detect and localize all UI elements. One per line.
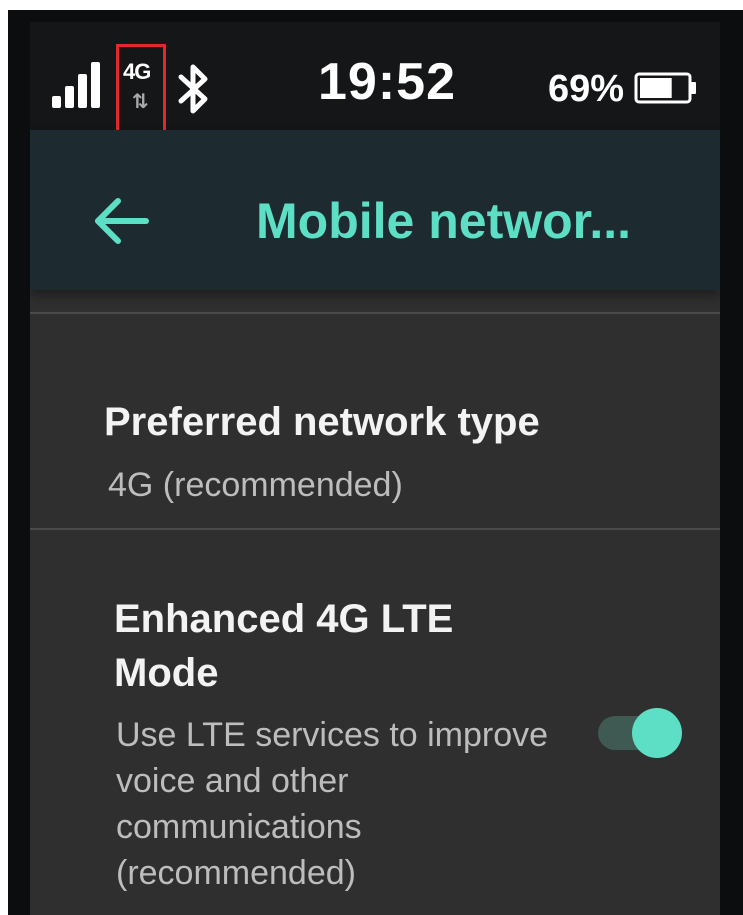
status-bar: 4G ⇅ 19:52 69% — [30, 22, 720, 136]
phone-bezel: 4G ⇅ 19:52 69% Mobile networ... Preferre… — [8, 10, 743, 915]
preferred-network-type-value: 4G (recommended) — [108, 466, 403, 504]
status-time: 19:52 — [318, 53, 456, 111]
battery-icon — [634, 72, 696, 104]
preferred-network-type-item[interactable]: Preferred network type 4G (recommended) — [30, 352, 720, 528]
network-type-indicator: 4G ⇅ — [116, 44, 166, 136]
divider — [30, 528, 720, 530]
network-type-label: 4G — [123, 59, 151, 84]
enhanced-lte-mode-item[interactable]: Enhanced 4G LTE Mode Use LTE services to… — [30, 552, 720, 915]
enhanced-lte-mode-title: Enhanced 4G LTE Mode — [114, 597, 454, 695]
bluetooth-icon — [178, 64, 208, 114]
battery-fill — [640, 78, 672, 98]
back-arrow-icon[interactable] — [92, 196, 152, 246]
signal-strength-icon — [52, 62, 100, 108]
enhanced-lte-mode-toggle[interactable] — [598, 704, 690, 760]
photo-background: 4G ⇅ 19:52 69% Mobile networ... Preferre… — [0, 0, 743, 915]
page-title: Mobile networ... — [256, 193, 632, 249]
phone-screen: 4G ⇅ 19:52 69% Mobile networ... Preferre… — [30, 22, 720, 915]
divider — [30, 312, 720, 314]
battery-percent: 69% — [548, 68, 625, 110]
app-bar: Mobile networ... — [30, 130, 720, 290]
enhanced-lte-mode-summary: Use LTE services to improve voice and ot… — [116, 716, 549, 892]
data-activity-icon: ⇅ — [132, 91, 149, 113]
preferred-network-type-title: Preferred network type — [104, 400, 540, 444]
toggle-thumb — [632, 708, 682, 758]
